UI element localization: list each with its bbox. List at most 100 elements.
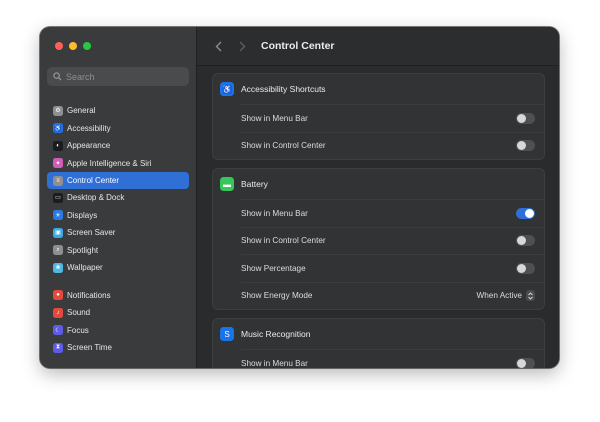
sidebar-item-label: Accessibility <box>67 123 111 133</box>
sidebar-item-desktop-dock[interactable]: ▭ Desktop & Dock <box>47 189 189 207</box>
gear-icon: ⚙ <box>53 105 63 116</box>
settings-window: ⚙ General ♿ Accessibility ◐ Appearance ✦ Apple … <box>40 27 559 368</box>
accessibility-icon: ♿ <box>220 82 234 96</box>
focus-icon: ☾ <box>53 325 63 336</box>
sidebar-item-label: Sound <box>67 308 91 318</box>
sidebar-item-label: Focus <box>67 325 89 335</box>
toggle-switch[interactable] <box>516 140 535 152</box>
sidebar-item-label: Appearance <box>67 141 111 151</box>
sidebar-item-control-center[interactable]: ≡ Control Center <box>47 172 189 189</box>
search-icon <box>53 72 62 81</box>
accessibility-icon: ♿ <box>53 123 63 134</box>
setting-label: Show Percentage <box>241 263 306 273</box>
sidebar-item-general[interactable]: ⚙ General <box>47 102 189 120</box>
toggle-knob <box>517 141 526 151</box>
sidebar-item-label: Notifications <box>67 290 111 300</box>
updown-chevron-icon <box>526 290 535 302</box>
sidebar-item-wallpaper[interactable]: ❀ Wallpaper <box>47 259 189 277</box>
setting-row: Show in Menu Bar <box>241 349 544 368</box>
sidebar: ⚙ General ♿ Accessibility ◐ Appearance ✦ Apple … <box>40 27 197 368</box>
wallpaper-icon: ❀ <box>53 262 63 273</box>
setting-row: Show in Menu Bar <box>241 199 544 227</box>
toggle-knob <box>517 358 526 368</box>
section-header: S Music Recognition <box>213 319 544 349</box>
chevron-right-icon <box>239 41 245 51</box>
setting-row: Show Energy Mode When Active <box>241 281 544 310</box>
close-button[interactable] <box>55 42 63 50</box>
back-button[interactable] <box>211 39 225 53</box>
sidebar-item-label: Apple Intelligence & Siri <box>67 158 152 168</box>
sidebar-item-screen-time[interactable]: ⧗ Screen Time <box>47 339 189 357</box>
main-pane: Control Center ♿ Accessibility Shortcuts S… <box>197 27 559 368</box>
sidebar-item-focus[interactable]: ☾ Focus <box>47 322 189 340</box>
screen-saver-icon: ▣ <box>53 227 63 238</box>
setting-label: Show in Menu Bar <box>241 208 308 218</box>
section-title: Music Recognition <box>241 329 311 339</box>
dock-icon: ▭ <box>53 192 63 203</box>
setting-label: Show in Control Center <box>241 236 326 246</box>
setting-label: Show in Menu Bar <box>241 113 308 123</box>
sidebar-item-displays[interactable]: ☀ Displays <box>47 207 189 225</box>
sidebar-nav: ⚙ General ♿ Accessibility ◐ Appearance ✦ Apple … <box>47 102 189 357</box>
section-header: ♿ Accessibility Shortcuts <box>213 74 544 104</box>
sidebar-item-spotlight[interactable]: ⌕ Spotlight <box>47 242 189 260</box>
sidebar-item-apple-intelligence-siri[interactable]: ✦ Apple Intelligence & Siri <box>47 155 189 173</box>
toggle-switch[interactable] <box>516 112 535 124</box>
sidebar-item-sound[interactable]: ♪ Sound <box>47 304 189 322</box>
section-title: Accessibility Shortcuts <box>241 84 326 94</box>
sidebar-item-label: Screen Time <box>67 343 112 353</box>
traffic-lights <box>55 42 91 50</box>
setting-label: Show in Menu Bar <box>241 358 308 368</box>
toggle-knob <box>525 208 534 218</box>
sidebar-item-label: Desktop & Dock <box>67 193 125 203</box>
energy-mode-select[interactable]: When Active <box>476 290 535 302</box>
toggle-knob <box>517 236 526 246</box>
sidebar-item-notifications[interactable]: ● Notifications <box>47 287 189 305</box>
page-title: Control Center <box>261 40 335 52</box>
section-accessibility-shortcuts: ♿ Accessibility Shortcuts Show in Menu Bar… <box>212 73 545 160</box>
sound-icon: ♪ <box>53 307 63 318</box>
setting-row: Show in Control Center <box>241 131 544 160</box>
sidebar-item-appearance[interactable]: ◐ Appearance <box>47 137 189 155</box>
toggle-knob <box>517 263 526 273</box>
setting-label: Show in Control Center <box>241 141 326 151</box>
chevron-left-icon <box>215 41 221 51</box>
toggle-switch[interactable] <box>516 207 535 219</box>
sidebar-item-label: Displays <box>67 210 98 220</box>
section-battery: ▬ Battery Show in Menu Bar Show in Control … <box>212 168 545 310</box>
toggle-knob <box>517 113 526 123</box>
screen-time-icon: ⧗ <box>53 342 63 353</box>
section-header: ▬ Battery <box>213 169 544 199</box>
sidebar-item-label: Control Center <box>67 176 120 185</box>
spotlight-icon: ⌕ <box>53 245 63 256</box>
setting-row: Show Percentage <box>241 254 544 282</box>
battery-icon: ▬ <box>220 177 234 191</box>
notifications-icon: ● <box>53 290 63 301</box>
select-value: When Active <box>476 291 522 301</box>
toolbar: Control Center <box>197 27 559 66</box>
sidebar-item-label: General <box>67 106 96 116</box>
toggle-switch[interactable] <box>516 357 535 368</box>
sidebar-item-accessibility[interactable]: ♿ Accessibility <box>47 120 189 138</box>
section-music-recognition: S Music Recognition Show in Menu Bar <box>212 318 545 368</box>
control-center-icon: ≡ <box>53 175 63 186</box>
toggle-switch[interactable] <box>516 235 535 247</box>
sidebar-item-label: Screen Saver <box>67 228 116 238</box>
sidebar-item-label: Wallpaper <box>67 263 103 273</box>
shazam-icon: S <box>220 327 234 341</box>
sidebar-item-label: Spotlight <box>67 245 99 255</box>
forward-button[interactable] <box>235 39 249 53</box>
search-input[interactable] <box>66 71 176 82</box>
setting-row: Show in Control Center <box>241 226 544 255</box>
section-title: Battery <box>241 179 268 189</box>
sidebar-item-screen-saver[interactable]: ▣ Screen Saver <box>47 224 189 242</box>
toggle-switch[interactable] <box>516 262 535 274</box>
minimize-button[interactable] <box>69 42 77 50</box>
zoom-button[interactable] <box>83 42 91 50</box>
setting-label: Show Energy Mode <box>241 291 313 301</box>
setting-row: Show in Menu Bar <box>241 104 544 132</box>
search-field[interactable] <box>47 67 189 86</box>
displays-icon: ☀ <box>53 210 63 221</box>
settings-content: ♿ Accessibility Shortcuts Show in Menu Bar… <box>212 73 545 368</box>
